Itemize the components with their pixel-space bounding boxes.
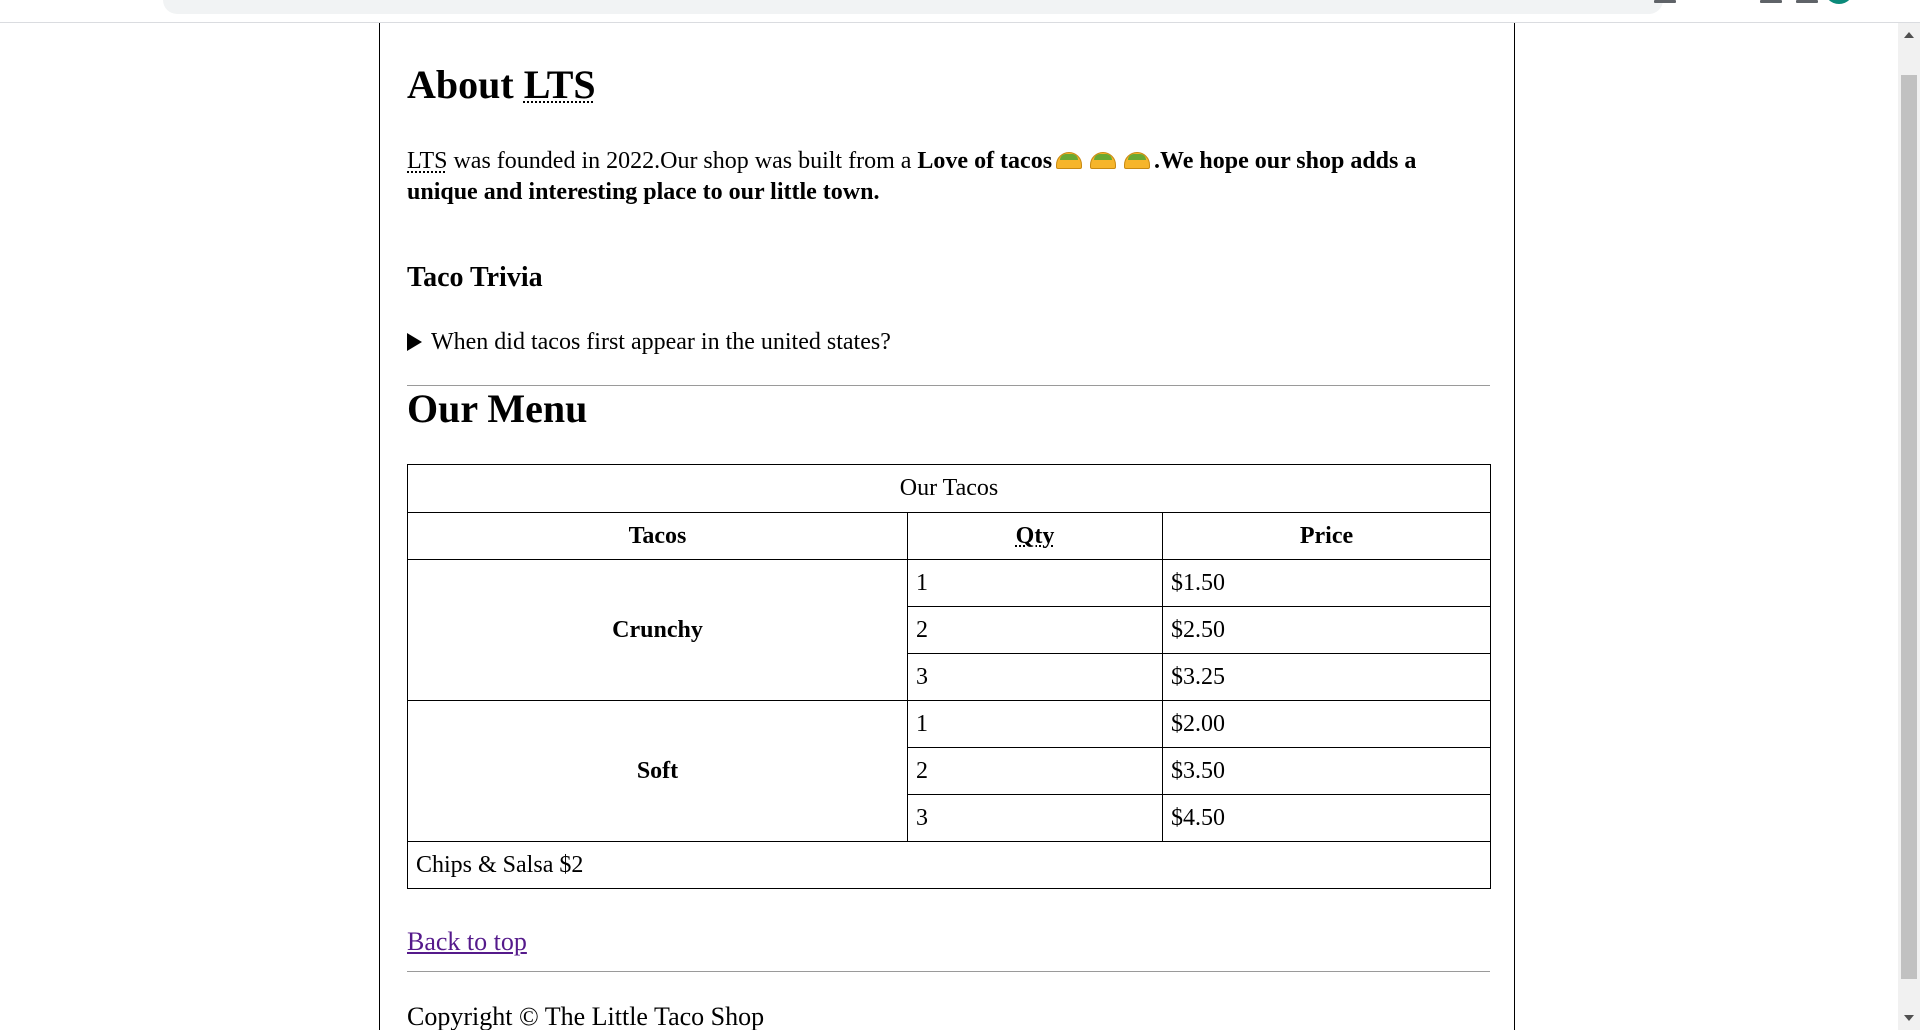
price-cell: $4.50 [1162, 794, 1491, 842]
header-qty: Qty [907, 512, 1163, 560]
profile-avatar[interactable] [1824, 0, 1854, 4]
browser-chrome [0, 0, 1920, 23]
menu-heading: Our Menu [407, 386, 588, 431]
price-cell: $3.25 [1162, 653, 1491, 701]
table-row: Crunchy 1 $1.50 [407, 559, 1491, 701]
qty-cell: 3 [907, 653, 1163, 701]
taco-icon [1090, 152, 1117, 169]
page-viewport: About LTS LTS was founded in 2022.Our sh… [0, 23, 1898, 1030]
qty-cell: 1 [907, 700, 1163, 748]
qty-cell: 2 [907, 606, 1163, 654]
scroll-up-arrow-icon[interactable] [1904, 32, 1914, 38]
scroll-down-arrow-icon[interactable] [1904, 1015, 1914, 1021]
table-row: Soft 1 $2.00 [407, 700, 1491, 842]
qty-cell: 3 [907, 794, 1163, 842]
trivia-question[interactable]: When did tacos first appear in the unite… [431, 329, 891, 355]
price-cell: $1.50 [1162, 559, 1491, 607]
table-header-row: Tacos Qty Price [407, 512, 1491, 560]
intro-text: was founded in 2022.Our shop was built f… [447, 148, 918, 174]
lts-abbr: LTS [523, 62, 596, 107]
about-heading: About LTS [407, 61, 596, 108]
price-cell: $2.00 [1162, 700, 1491, 748]
menu-table: Our Tacos Tacos Qty Price Crunchy 1 $1.5… [407, 464, 1491, 889]
divider [407, 971, 1490, 972]
qty-cell: 2 [907, 747, 1163, 795]
lts-abbr: LTS [407, 148, 448, 174]
page-container: About LTS LTS was founded in 2022.Our sh… [379, 23, 1515, 1030]
back-to-top-link[interactable]: Back to top [407, 927, 527, 957]
extensions-icon[interactable] [1654, 0, 1676, 3]
qty-abbr: Qty [1015, 522, 1055, 549]
taco-icon [1124, 152, 1151, 169]
taco-icon [1056, 152, 1083, 169]
vertical-scrollbar[interactable] [1898, 23, 1920, 1030]
header-price: Price [1162, 512, 1491, 560]
taco-type-crunchy: Crunchy [407, 559, 908, 701]
table-caption: Our Tacos [407, 464, 1491, 512]
intro-love-of-tacos: Love of tacos [917, 148, 1053, 174]
price-cell: $2.50 [1162, 606, 1491, 654]
chips-salsa-note: Chips & Salsa $2 [407, 841, 1491, 889]
disclosure-triangle-icon[interactable] [407, 333, 422, 351]
taco-type-soft: Soft [407, 700, 908, 842]
trivia-heading: Taco Trivia [407, 262, 543, 293]
scrollbar-thumb[interactable] [1901, 75, 1917, 979]
bookmark-icon[interactable] [1796, 0, 1818, 3]
header-tacos: Tacos [407, 512, 908, 560]
about-heading-text: About [407, 62, 514, 107]
trivia-details-toggle[interactable]: When did tacos first appear in the unite… [407, 329, 891, 356]
table-footer-row: Chips & Salsa $2 [407, 841, 1491, 889]
about-paragraph: LTS was founded in 2022.Our shop was bui… [407, 146, 1490, 208]
copyright-text: Copyright © The Little Taco Shop [407, 1002, 765, 1030]
qty-cell: 1 [907, 559, 1163, 607]
address-bar[interactable] [163, 0, 1663, 14]
tab-search-icon[interactable] [1760, 0, 1782, 3]
price-cell: $3.50 [1162, 747, 1491, 795]
